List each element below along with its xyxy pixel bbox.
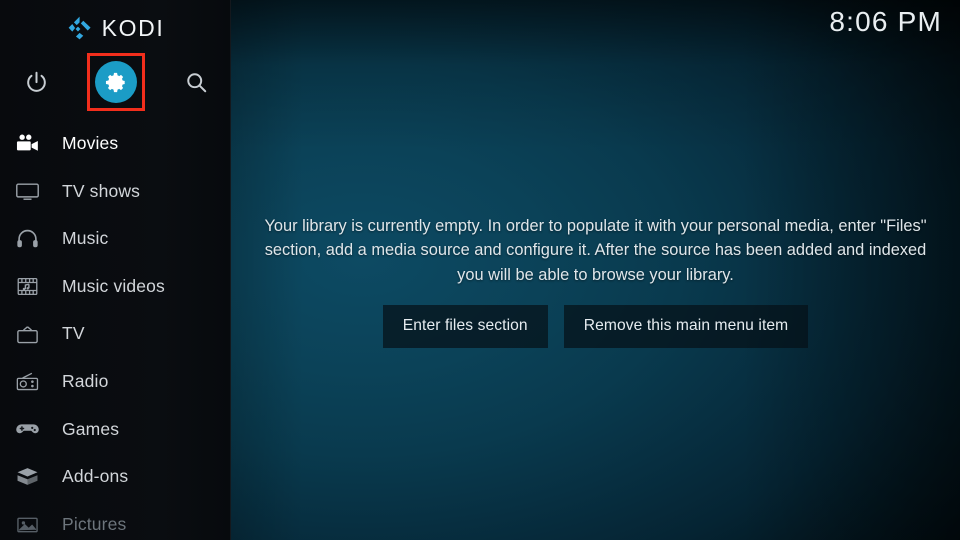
- search-button[interactable]: [178, 61, 214, 103]
- sidebar-item-games[interactable]: Games: [0, 406, 230, 454]
- search-icon: [184, 70, 209, 95]
- action-button-row: Enter files section Remove this main men…: [256, 305, 936, 349]
- kodi-home-screen: KODI Movies TV shows Music Music videos …: [0, 0, 960, 540]
- sidebar-item-tv[interactable]: TV: [0, 310, 230, 358]
- sidebar-item-label: TV: [62, 323, 85, 344]
- empty-library-message: Your library is currently empty. In orde…: [264, 216, 927, 284]
- tv-antenna-icon: [10, 319, 44, 349]
- app-brand: KODI: [0, 8, 230, 48]
- app-title: KODI: [101, 14, 165, 41]
- sidebar-item-label: Add-ons: [62, 466, 129, 487]
- sidebar-item-label: Radio: [62, 371, 109, 392]
- remove-main-menu-item-button[interactable]: Remove this main menu item: [563, 305, 809, 349]
- sidebar-item-tv-shows[interactable]: TV shows: [0, 168, 230, 216]
- enter-files-section-button[interactable]: Enter files section: [382, 305, 548, 349]
- movie-camera-icon: [10, 129, 44, 159]
- sidebar-item-pictures[interactable]: Pictures: [0, 501, 230, 540]
- top-icon-bar: [0, 53, 230, 111]
- kodi-logo-icon: [67, 15, 93, 41]
- settings-button[interactable]: [87, 53, 145, 111]
- pictures-icon: [10, 510, 44, 540]
- sidebar-item-music-videos[interactable]: Music videos: [0, 263, 230, 311]
- sidebar: KODI Movies TV shows Music Music videos …: [0, 0, 231, 540]
- sidebar-item-movies[interactable]: Movies: [0, 120, 230, 168]
- gear-icon: [95, 61, 137, 103]
- addon-box-icon: [10, 462, 44, 492]
- main-content: Your library is currently empty. In orde…: [231, 0, 960, 540]
- sidebar-item-label: TV shows: [62, 180, 141, 201]
- sidebar-item-label: Music videos: [62, 275, 165, 296]
- headphones-icon: [10, 224, 44, 254]
- sidebar-item-add-ons[interactable]: Add-ons: [0, 453, 230, 501]
- empty-library-block: Your library is currently empty. In orde…: [256, 214, 936, 349]
- gamepad-icon: [10, 414, 44, 444]
- sidebar-item-radio[interactable]: Radio: [0, 358, 230, 406]
- sidebar-item-label: Movies: [62, 133, 119, 154]
- main-menu: Movies TV shows Music Music videos TV Ra…: [0, 120, 230, 540]
- radio-icon: [10, 367, 44, 397]
- television-icon: [10, 176, 44, 206]
- power-icon: [24, 70, 49, 95]
- power-button[interactable]: [20, 61, 53, 103]
- sidebar-item-label: Games: [62, 418, 120, 439]
- sidebar-item-music[interactable]: Music: [0, 215, 230, 263]
- music-video-icon: [10, 272, 44, 302]
- sidebar-item-label: Pictures: [62, 513, 127, 534]
- sidebar-item-label: Music: [62, 228, 109, 249]
